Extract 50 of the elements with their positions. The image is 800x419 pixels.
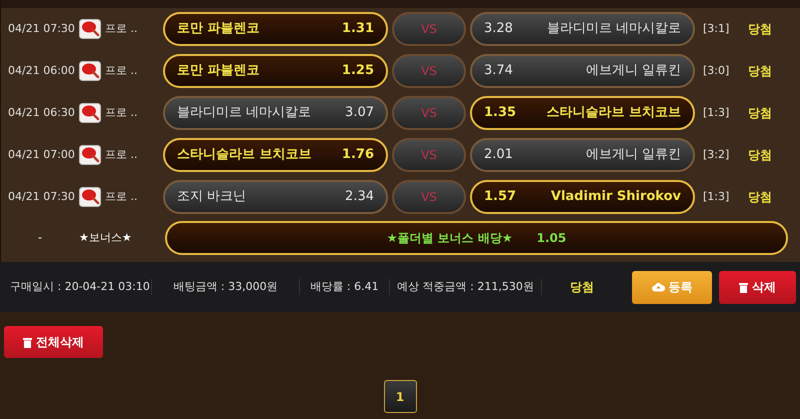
league-name: 프로 ..: [105, 62, 138, 79]
result-text: 당첨: [748, 105, 772, 122]
odds-option-button[interactable]: 3.74 에브게니 일류킨: [470, 54, 695, 88]
odds-option-button[interactable]: 2.01 에브게니 일류킨: [470, 138, 695, 172]
result-text: 당첨: [748, 147, 772, 164]
result-text: 당첨: [569, 279, 595, 296]
league-name: 프로 ..: [105, 146, 138, 163]
bonus-text: ★폴더별 보너스 배당★: [386, 230, 513, 247]
trash-icon: [739, 282, 748, 292]
dash-text: -: [37, 230, 43, 246]
ping-pong-paddle-icon: [79, 19, 101, 39]
odds-option-button[interactable]: 1.35 스타니슬라브 브치코브: [470, 96, 695, 130]
ping-pong-paddle-icon: [79, 145, 101, 165]
odds-option-button[interactable]: 로만 파블렌코 1.25: [163, 54, 388, 88]
match-time: 04/21 07:00: [7, 146, 76, 163]
ping-pong-paddle-icon: [79, 61, 101, 81]
ping-pong-paddle-icon: [79, 187, 101, 207]
bonus-odds: 1.05: [536, 230, 566, 247]
league-name: 프로 ..: [105, 20, 138, 37]
score-text: [3:2]: [703, 146, 730, 163]
bet-amount: 배팅금액 : 33,000원: [152, 278, 300, 296]
odds-rate: 배당률 : 6.41: [300, 278, 390, 296]
cloud-upload-icon: [652, 282, 664, 292]
result-text: 당첨: [748, 21, 772, 38]
match-time: 04/21 07:30: [7, 20, 76, 37]
odds-option-button[interactable]: 블라디미르 네마시칼로 3.07: [163, 96, 388, 130]
score-text: [3:0]: [703, 62, 730, 79]
result-text: 당첨: [748, 189, 772, 206]
odds-option-button[interactable]: 로만 파블렌코 1.31: [163, 12, 388, 46]
page-button[interactable]: 1: [384, 380, 416, 413]
league-name: 프로 ..: [105, 188, 138, 205]
purchase-time: 구매일시 : 20-04-21 03:10: [0, 278, 152, 296]
odds-option-button[interactable]: 1.57 Vladimir Shirokov: [470, 180, 695, 214]
score-text: [3:1]: [703, 20, 730, 37]
bonus-label: ★보너스★: [79, 230, 133, 246]
odds-option-button[interactable]: 3.28 블라디미르 네마시칼로: [470, 12, 695, 46]
match-time: 04/21 06:30: [7, 104, 76, 121]
odds-option-button[interactable]: 조지 바크닌 2.34: [163, 180, 388, 214]
match-time: 04/21 06:00: [7, 62, 76, 79]
odds-option-button[interactable]: 스타니슬라브 브치코브 1.76: [163, 138, 388, 172]
result-text: 당첨: [748, 63, 772, 80]
expected-amount: 예상 적중금액 : 211,530원: [390, 278, 542, 296]
score-text: [1:3]: [703, 104, 730, 121]
ping-pong-paddle-icon: [79, 103, 101, 123]
league-name: 프로 ..: [105, 104, 138, 121]
delete-button[interactable]: 삭제: [719, 270, 796, 304]
delete-all-button[interactable]: 전체삭제: [4, 326, 103, 358]
match-time: 04/21 07:30: [7, 188, 76, 205]
score-text: [1:3]: [703, 188, 730, 205]
trash-icon: [23, 336, 32, 348]
